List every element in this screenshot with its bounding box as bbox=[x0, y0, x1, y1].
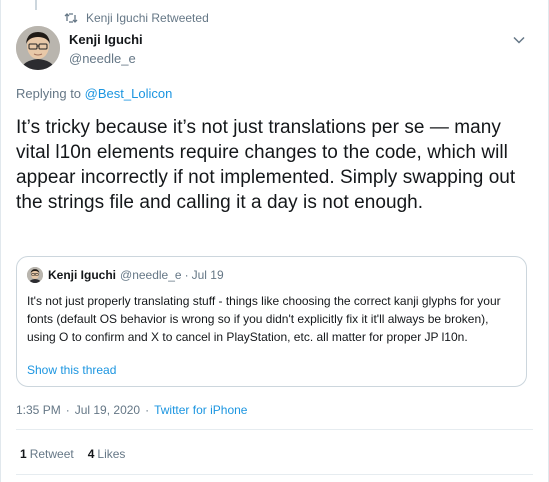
replying-to: Replying to @Best_Lolicon bbox=[16, 86, 172, 101]
divider-bottom bbox=[16, 474, 533, 475]
tweet-source-link[interactable]: Twitter for iPhone bbox=[154, 403, 247, 417]
quoted-author-name: Kenji Iguchi bbox=[48, 268, 117, 282]
retweets-stat[interactable]: 1 Retweet bbox=[20, 447, 74, 461]
quoted-tweet[interactable]: Kenji Iguchi @needle_e · Jul 19 It's not… bbox=[16, 256, 527, 387]
retweet-context: Kenji Iguchi Retweeted bbox=[64, 10, 209, 26]
quoted-separator: · bbox=[184, 268, 189, 282]
quoted-author-handle: @needle_e bbox=[120, 268, 182, 282]
tweet-stats: 1 Retweet 4 Likes bbox=[20, 447, 139, 461]
quoted-text: It's not just properly translating stuff… bbox=[27, 294, 501, 344]
quoted-header: Kenji Iguchi @needle_e · Jul 19 bbox=[48, 267, 224, 283]
quoted-avatar bbox=[27, 267, 43, 283]
left-border bbox=[0, 0, 1, 482]
tweet-text: It’s tricky because it’s not just transl… bbox=[16, 117, 516, 213]
retweets-label: Retweet bbox=[29, 447, 74, 461]
show-thread-link[interactable]: Show this thread bbox=[27, 363, 116, 377]
avatar[interactable] bbox=[16, 26, 60, 70]
author-name[interactable]: Kenji Iguchi bbox=[69, 32, 143, 47]
likes-label: Likes bbox=[97, 447, 126, 461]
divider bbox=[16, 429, 533, 430]
tweet-date[interactable]: Jul 19, 2020 bbox=[75, 403, 140, 417]
tweet-meta: 1:35 PM · Jul 19, 2020 · Twitter for iPh… bbox=[16, 403, 247, 417]
author-handle[interactable]: @needle_e bbox=[69, 51, 136, 66]
tweet-page: Kenji Iguchi Retweeted Kenji Iguchi @nee… bbox=[0, 0, 549, 482]
meta-separator: · bbox=[65, 403, 70, 417]
reply-mention-link[interactable]: @Best_Lolicon bbox=[85, 86, 173, 101]
replying-prefix: Replying to bbox=[16, 86, 82, 101]
chevron-down-icon[interactable] bbox=[512, 33, 526, 47]
likes-stat[interactable]: 4 Likes bbox=[88, 447, 126, 461]
tweet-time[interactable]: 1:35 PM bbox=[16, 403, 61, 417]
likes-count: 4 bbox=[87, 447, 95, 461]
thread-connector-line bbox=[35, 0, 37, 10]
retweets-count: 1 bbox=[20, 447, 27, 461]
meta-separator-2: · bbox=[145, 403, 150, 417]
retweet-icon bbox=[64, 12, 78, 24]
quoted-date: Jul 19 bbox=[191, 268, 224, 282]
retweet-context-label: Kenji Iguchi Retweeted bbox=[86, 11, 209, 25]
